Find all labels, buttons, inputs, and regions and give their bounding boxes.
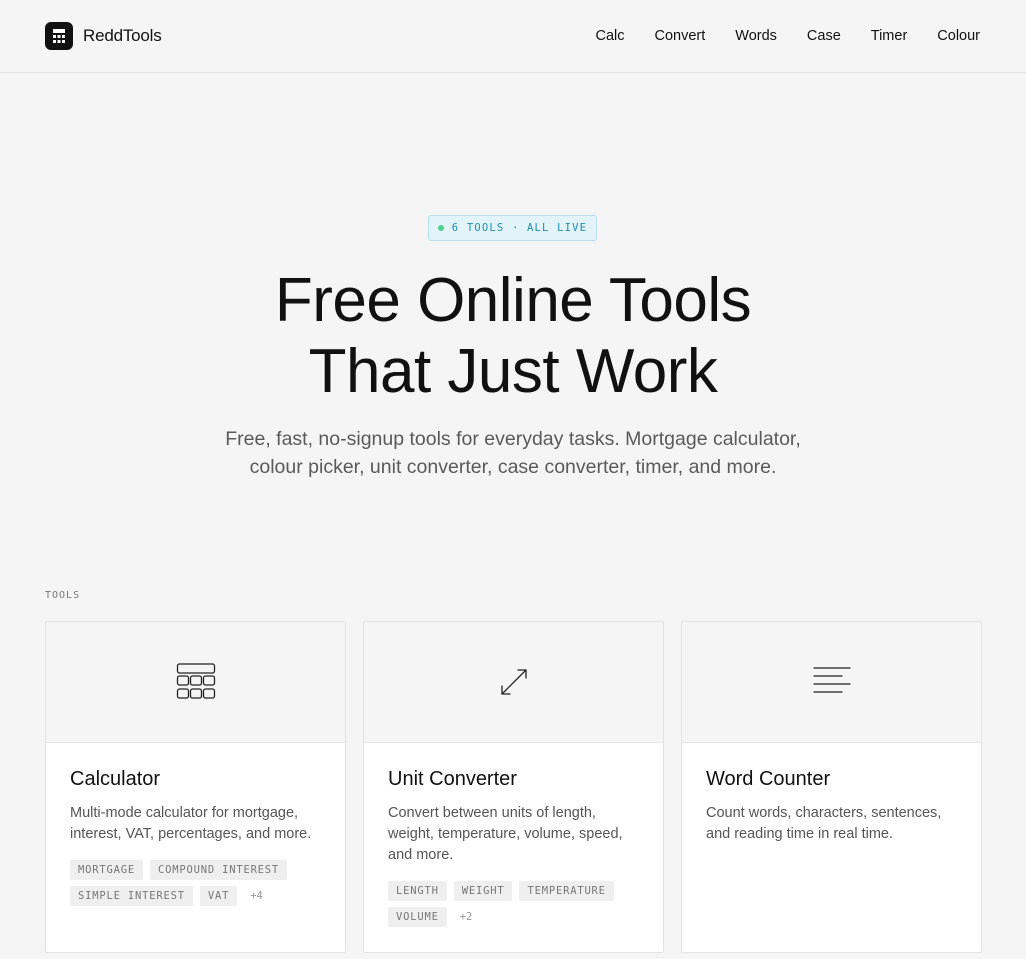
hero-subtitle: Free, fast, no-signup tools for everyday… <box>225 428 801 478</box>
card-title: Unit Converter <box>388 768 517 790</box>
more-tags-count: +2 <box>459 911 473 923</box>
tool-card-calculator[interactable]: Calculator Multi-mode calculator for mor… <box>45 621 346 953</box>
tag: COMPOUND INTEREST <box>149 860 288 880</box>
tool-card-unit-converter[interactable]: Unit Converter Convert between units of … <box>363 621 664 953</box>
resize-arrows-icon <box>500 669 527 695</box>
tag: VOLUME <box>388 907 447 927</box>
hero-title: Free Online Tools That Just Work <box>0 265 1026 407</box>
more-tags-count: +4 <box>250 890 263 902</box>
tag: SIMPLE INTEREST <box>70 886 193 906</box>
nav-link-colour[interactable]: Colour <box>937 28 980 44</box>
card-title: Word Counter <box>706 768 831 790</box>
calculator-icon <box>176 663 215 699</box>
nav-link-convert[interactable]: Convert <box>654 28 705 44</box>
brand-name: ReddTools <box>83 26 162 45</box>
nav-link-timer[interactable]: Timer <box>871 28 908 44</box>
tag: VAT <box>199 886 238 906</box>
tag: WEIGHT <box>453 881 513 901</box>
site-header: ReddTools Calc Convert Words Case Timer … <box>0 0 1026 73</box>
card-description: Count words, characters, sentences, and … <box>706 805 942 842</box>
card-description: Multi-mode calculator for mortgage, inte… <box>70 805 312 842</box>
card-tags: MORTGAGE COMPOUND INTEREST SIMPLE INTERE… <box>70 860 321 906</box>
nav-link-calc[interactable]: Calc <box>595 28 624 44</box>
card-icon-area <box>46 622 345 743</box>
text-lines-icon <box>812 667 851 693</box>
card-icon-area <box>682 622 981 743</box>
card-title: Calculator <box>70 768 161 790</box>
status-dot-icon <box>437 225 444 231</box>
tag: TEMPERATURE <box>519 881 614 901</box>
tools-section-label: TOOLS <box>45 590 81 601</box>
tag: LENGTH <box>388 881 447 901</box>
tools-grid: Calculator Multi-mode calculator for mor… <box>45 621 982 953</box>
brand-link[interactable]: ReddTools <box>45 22 162 50</box>
status-badge-label: 6 TOOLS · ALL LIVE <box>451 222 588 234</box>
card-description: Convert between units of length, weight,… <box>388 805 623 863</box>
card-icon-area <box>364 622 663 743</box>
status-badge: 6 TOOLS · ALL LIVE <box>428 215 597 241</box>
tag: MORTGAGE <box>70 860 143 880</box>
tool-card-word-counter[interactable]: Word Counter Count words, characters, se… <box>681 621 982 953</box>
card-tags: LENGTH WEIGHT TEMPERATURE VOLUME +2 <box>388 881 639 927</box>
main-nav: Calc Convert Words Case Timer Colour <box>595 28 980 44</box>
hero-title-line-2: That Just Work <box>308 337 718 406</box>
nav-link-words[interactable]: Words <box>735 28 777 44</box>
hero-title-line-1: Free Online Tools <box>274 266 752 335</box>
nav-link-case[interactable]: Case <box>807 28 841 44</box>
calculator-logo-icon <box>45 22 73 50</box>
